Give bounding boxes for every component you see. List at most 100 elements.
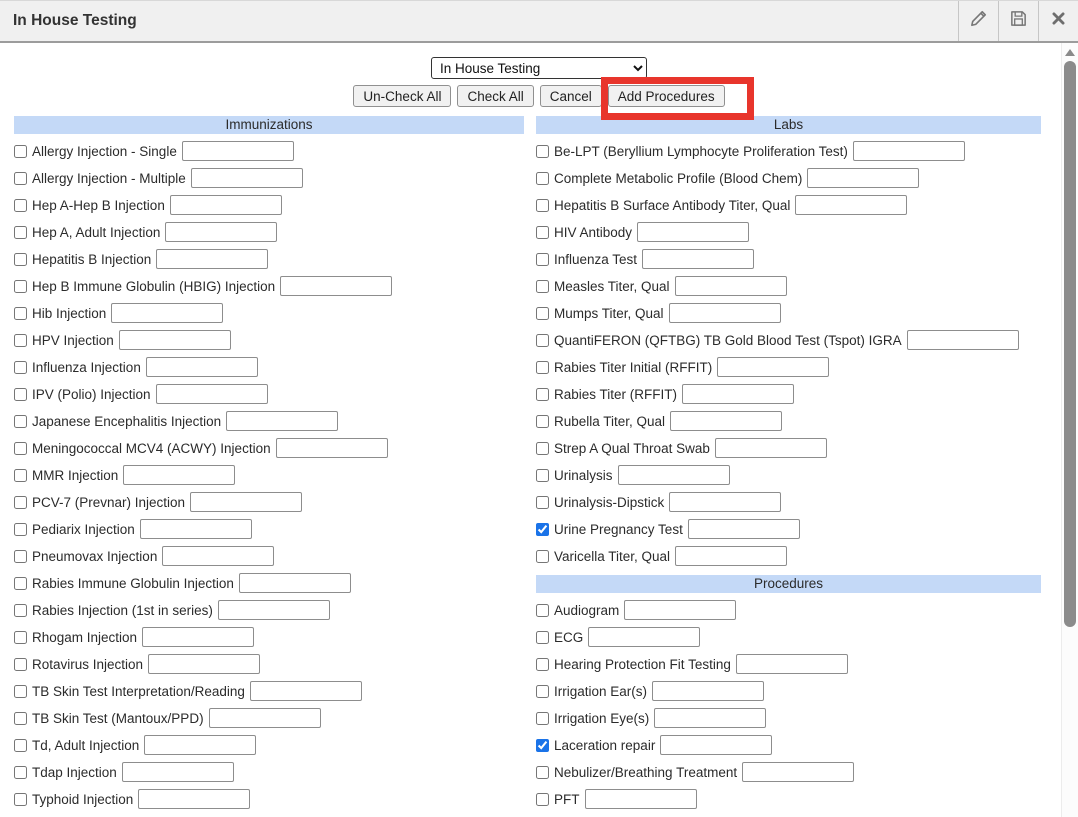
item-checkbox[interactable] <box>14 712 27 725</box>
item-checkbox[interactable] <box>14 793 27 806</box>
save-button[interactable] <box>998 1 1038 41</box>
item-value-input[interactable] <box>669 303 781 323</box>
item-value-input[interactable] <box>280 276 392 296</box>
item-value-input[interactable] <box>618 465 730 485</box>
item-value-input[interactable] <box>853 141 965 161</box>
item-value-input[interactable] <box>218 600 330 620</box>
item-value-input[interactable] <box>144 735 256 755</box>
item-value-input[interactable] <box>165 222 277 242</box>
item-value-input[interactable] <box>123 465 235 485</box>
item-value-input[interactable] <box>138 789 250 809</box>
item-value-input[interactable] <box>119 330 231 350</box>
item-checkbox[interactable] <box>14 469 27 482</box>
item-value-input[interactable] <box>182 141 294 161</box>
vertical-scrollbar[interactable] <box>1061 43 1078 817</box>
item-checkbox[interactable] <box>14 739 27 752</box>
item-value-input[interactable] <box>742 762 854 782</box>
item-checkbox[interactable] <box>536 172 549 185</box>
item-checkbox[interactable] <box>536 496 549 509</box>
procedure-group-dropdown[interactable]: In House Testing <box>431 57 647 79</box>
item-value-input[interactable] <box>122 762 234 782</box>
item-checkbox[interactable] <box>14 253 27 266</box>
item-value-input[interactable] <box>660 735 772 755</box>
item-checkbox[interactable] <box>536 334 549 347</box>
item-value-input[interactable] <box>142 627 254 647</box>
item-value-input[interactable] <box>717 357 829 377</box>
item-checkbox[interactable] <box>536 253 549 266</box>
item-value-input[interactable] <box>907 330 1019 350</box>
item-checkbox[interactable] <box>14 226 27 239</box>
item-value-input[interactable] <box>148 654 260 674</box>
item-value-input[interactable] <box>156 384 268 404</box>
item-checkbox[interactable] <box>536 280 549 293</box>
item-value-input[interactable] <box>675 546 787 566</box>
item-checkbox[interactable] <box>14 631 27 644</box>
item-checkbox[interactable] <box>14 280 27 293</box>
check-all-button[interactable]: Check All <box>457 85 533 107</box>
item-checkbox[interactable] <box>14 145 27 158</box>
item-checkbox[interactable] <box>536 388 549 401</box>
item-checkbox[interactable] <box>536 145 549 158</box>
item-value-input[interactable] <box>669 492 781 512</box>
item-value-input[interactable] <box>146 357 258 377</box>
item-checkbox[interactable] <box>536 469 549 482</box>
item-value-input[interactable] <box>170 195 282 215</box>
item-value-input[interactable] <box>190 492 302 512</box>
item-checkbox[interactable] <box>536 712 549 725</box>
item-value-input[interactable] <box>670 411 782 431</box>
item-value-input[interactable] <box>250 681 362 701</box>
item-value-input[interactable] <box>156 249 268 269</box>
cancel-button[interactable]: Cancel <box>540 85 602 107</box>
item-value-input[interactable] <box>111 303 223 323</box>
item-checkbox[interactable] <box>536 442 549 455</box>
item-value-input[interactable] <box>715 438 827 458</box>
uncheck-all-button[interactable]: Un-Check All <box>353 85 451 107</box>
item-value-input[interactable] <box>795 195 907 215</box>
item-checkbox[interactable] <box>536 550 549 563</box>
scrollbar-thumb[interactable] <box>1064 61 1076 627</box>
item-value-input[interactable] <box>652 681 764 701</box>
item-value-input[interactable] <box>140 519 252 539</box>
close-button[interactable] <box>1038 1 1078 41</box>
item-checkbox[interactable] <box>536 766 549 779</box>
item-checkbox[interactable] <box>536 739 549 752</box>
item-checkbox[interactable] <box>14 415 27 428</box>
item-value-input[interactable] <box>239 573 351 593</box>
item-checkbox[interactable] <box>14 658 27 671</box>
edit-button[interactable] <box>958 1 998 41</box>
item-checkbox[interactable] <box>14 199 27 212</box>
item-value-input[interactable] <box>209 708 321 728</box>
scroll-up-arrow-icon[interactable] <box>1065 49 1075 56</box>
item-value-input[interactable] <box>588 627 700 647</box>
item-value-input[interactable] <box>807 168 919 188</box>
item-value-input[interactable] <box>191 168 303 188</box>
item-checkbox[interactable] <box>536 307 549 320</box>
item-value-input[interactable] <box>624 600 736 620</box>
item-checkbox[interactable] <box>14 172 27 185</box>
item-checkbox[interactable] <box>536 415 549 428</box>
item-value-input[interactable] <box>654 708 766 728</box>
item-checkbox[interactable] <box>14 442 27 455</box>
item-checkbox[interactable] <box>14 334 27 347</box>
item-checkbox[interactable] <box>14 523 27 536</box>
item-checkbox[interactable] <box>14 550 27 563</box>
item-value-input[interactable] <box>585 789 697 809</box>
item-checkbox[interactable] <box>14 388 27 401</box>
item-checkbox[interactable] <box>536 793 549 806</box>
item-value-input[interactable] <box>642 249 754 269</box>
item-checkbox[interactable] <box>14 307 27 320</box>
item-value-input[interactable] <box>226 411 338 431</box>
item-value-input[interactable] <box>675 276 787 296</box>
item-value-input[interactable] <box>682 384 794 404</box>
item-value-input[interactable] <box>276 438 388 458</box>
item-checkbox[interactable] <box>536 361 549 374</box>
add-procedures-button[interactable]: Add Procedures <box>608 85 725 107</box>
item-value-input[interactable] <box>637 222 749 242</box>
item-checkbox[interactable] <box>14 496 27 509</box>
item-value-input[interactable] <box>162 546 274 566</box>
item-value-input[interactable] <box>736 654 848 674</box>
item-checkbox[interactable] <box>14 766 27 779</box>
item-checkbox[interactable] <box>536 226 549 239</box>
item-checkbox[interactable] <box>14 577 27 590</box>
item-checkbox[interactable] <box>536 631 549 644</box>
